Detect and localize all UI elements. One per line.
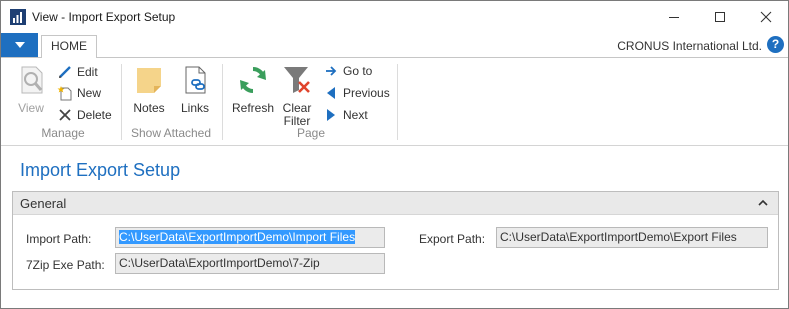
magnifier-document-icon xyxy=(21,66,43,94)
ribbon-tab-row: HOME CRONUS International Ltd. ? xyxy=(1,33,788,59)
zip-exe-path-field[interactable]: C:\UserData\ExportImportDemo\7-Zip xyxy=(115,253,385,274)
sticky-note-icon xyxy=(137,68,161,93)
app-logo-icon xyxy=(10,9,26,25)
page-title: Import Export Setup xyxy=(20,160,181,180)
show-attached-group-label: Show Attached xyxy=(130,126,212,140)
chevron-up-icon[interactable] xyxy=(757,197,769,209)
delete-x-icon xyxy=(57,107,73,123)
next-button[interactable]: Next xyxy=(323,105,368,125)
pencil-icon xyxy=(57,64,73,80)
general-fasttab: General Import Path: C:\UserData\ExportI… xyxy=(12,191,779,290)
export-path-field[interactable]: C:\UserData\ExportImportDemo\Export File… xyxy=(496,227,768,248)
refresh-button[interactable]: Refresh xyxy=(229,64,277,115)
maximize-icon xyxy=(715,11,725,22)
minimize-button[interactable] xyxy=(651,1,697,32)
import-path-field[interactable]: C:\UserData\ExportImportDemo\Import File… xyxy=(115,227,385,248)
view-button[interactable]: View xyxy=(11,64,51,115)
app-window: View - Import Export Setup HOME CRONUS I… xyxy=(0,0,789,309)
title-bar: View - Import Export Setup xyxy=(1,1,788,33)
link-document-icon xyxy=(185,66,206,94)
window-title: View - Import Export Setup xyxy=(32,10,176,24)
new-label: New xyxy=(77,86,102,100)
refresh-label: Refresh xyxy=(231,101,275,115)
view-label: View xyxy=(18,101,44,115)
notes-button[interactable]: Notes xyxy=(129,64,169,115)
manage-group-label: Manage xyxy=(41,126,85,140)
triangle-down-icon xyxy=(14,42,25,48)
delete-label: Delete xyxy=(77,108,112,122)
maximize-button[interactable] xyxy=(697,1,743,32)
import-path-value: C:\UserData\ExportImportDemo\Import File… xyxy=(119,230,356,244)
ribbon-separator xyxy=(222,64,223,140)
go-to-button[interactable]: Go to xyxy=(323,61,372,81)
general-fasttab-header[interactable]: General xyxy=(13,192,778,215)
import-path-label: Import Path: xyxy=(26,232,92,246)
new-document-icon xyxy=(57,85,73,101)
links-label: Links xyxy=(180,101,209,115)
tab-home[interactable]: HOME xyxy=(41,35,97,59)
company-name[interactable]: CRONUS International Ltd. xyxy=(617,39,762,53)
ribbon-group-manage: View Edit New Delete Manage xyxy=(7,62,119,142)
clear-filter-button[interactable]: Clear Filter xyxy=(277,64,317,128)
zip-exe-path-label: 7Zip Exe Path: xyxy=(26,258,105,272)
new-button[interactable]: New xyxy=(57,83,101,103)
edit-button[interactable]: Edit xyxy=(57,62,98,82)
ribbon-separator xyxy=(121,64,122,140)
ribbon-separator xyxy=(397,64,398,140)
go-to-label: Go to xyxy=(343,64,373,78)
edit-label: Edit xyxy=(77,65,98,79)
general-fasttab-title: General xyxy=(20,196,67,211)
close-button[interactable] xyxy=(743,1,789,32)
application-menu-button[interactable] xyxy=(1,33,38,57)
triangle-right-icon xyxy=(323,107,339,123)
clear-filter-label-line1: Clear xyxy=(282,101,312,115)
close-icon xyxy=(760,11,772,22)
zip-exe-path-value: C:\UserData\ExportImportDemo\7-Zip xyxy=(119,256,320,270)
page-group-label: Page xyxy=(296,126,326,140)
ribbon-group-page: Refresh Clear Filter Go to Previous Next… xyxy=(225,62,397,142)
triangle-left-icon xyxy=(323,85,339,101)
ribbon-group-show-attached: Notes Links Show Attached xyxy=(123,62,219,142)
refresh-icon xyxy=(240,67,266,93)
delete-button[interactable]: Delete xyxy=(57,105,112,125)
minimize-icon xyxy=(669,16,679,18)
previous-button[interactable]: Previous xyxy=(323,83,390,103)
export-path-value: C:\UserData\ExportImportDemo\Export File… xyxy=(500,230,737,244)
links-button[interactable]: Links xyxy=(175,64,215,115)
help-icon[interactable]: ? xyxy=(767,36,784,53)
export-path-label: Export Path: xyxy=(419,232,486,246)
ribbon: View Edit New Delete Manage Notes Links … xyxy=(1,58,788,146)
clear-filter-icon xyxy=(284,67,310,93)
notes-label: Notes xyxy=(133,101,165,115)
next-label: Next xyxy=(343,108,368,122)
previous-label: Previous xyxy=(343,86,390,100)
arrow-right-icon xyxy=(323,63,339,79)
